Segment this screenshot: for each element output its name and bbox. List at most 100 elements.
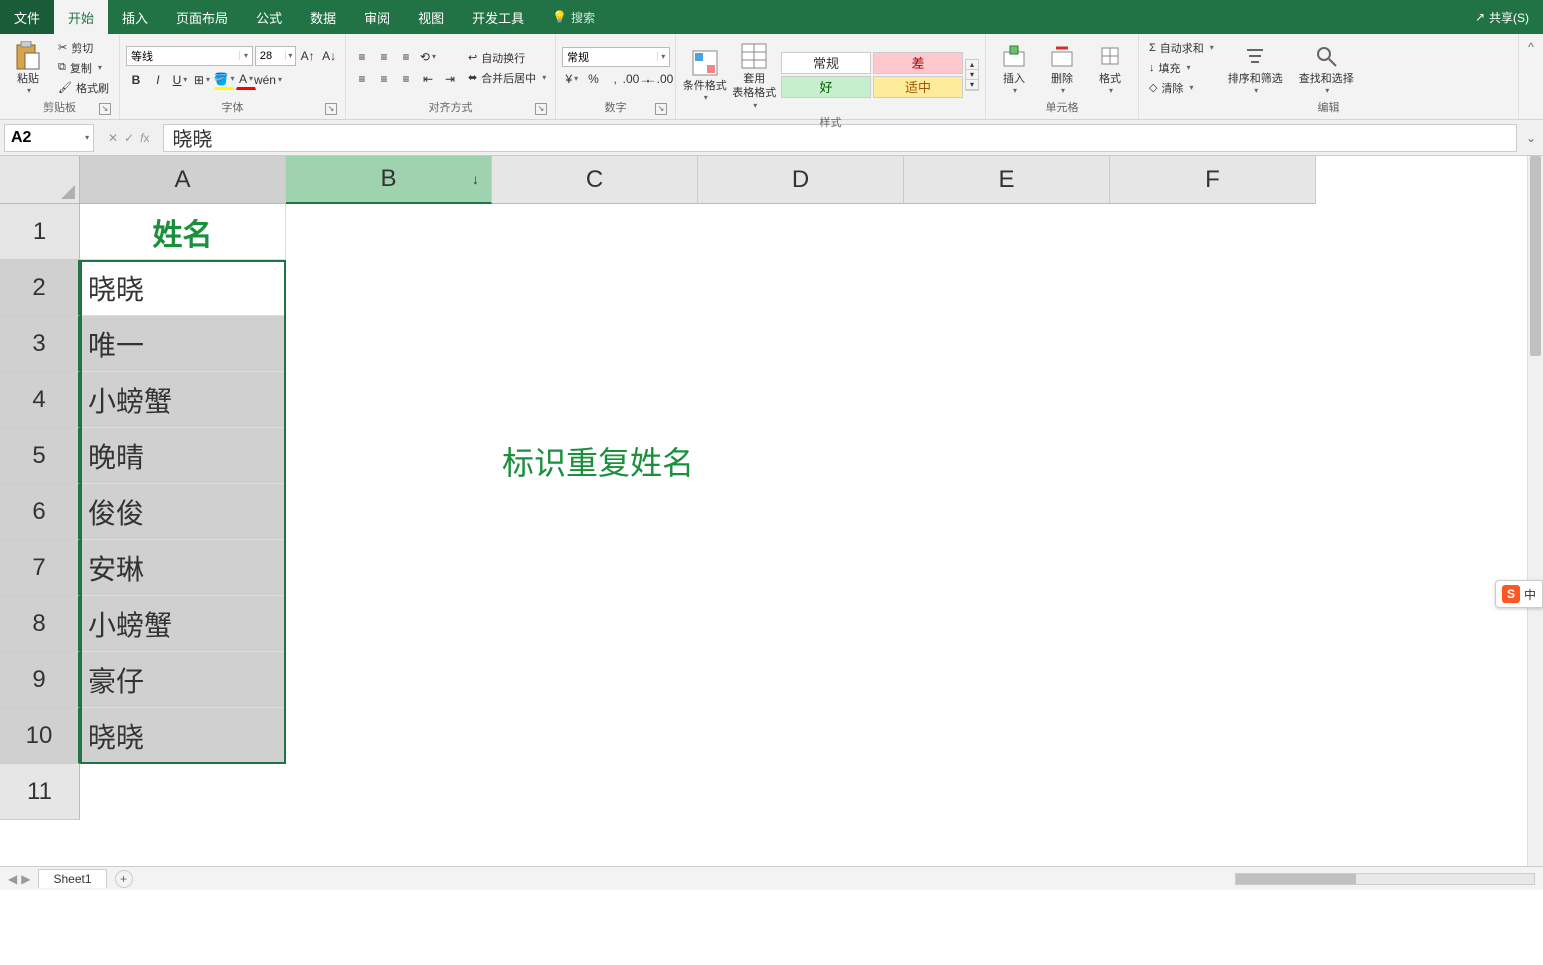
delete-cells-button[interactable]: 删除▾ <box>1040 38 1084 97</box>
cell-A3[interactable]: 唯一 <box>80 316 286 372</box>
align-center-button[interactable]: ≡ <box>374 69 394 89</box>
dialog-launcher-icon[interactable]: ↘ <box>99 103 111 115</box>
insert-cells-button[interactable]: 插入▾ <box>992 38 1036 97</box>
sheet-tab[interactable]: Sheet1 <box>38 869 106 888</box>
row-header-9[interactable]: 9 <box>0 652 80 708</box>
row-header-5[interactable]: 5 <box>0 428 80 484</box>
wrap-text-button[interactable]: ↩自动换行 <box>464 49 550 67</box>
cell-A7[interactable]: 安琳 <box>80 540 286 596</box>
cut-button[interactable]: ✂剪切 <box>54 39 113 57</box>
name-box[interactable]: ▾ <box>4 124 94 152</box>
sort-filter-button[interactable]: 排序和筛选▾ <box>1222 38 1289 97</box>
cancel-formula-button[interactable]: ✕ <box>108 131 118 145</box>
column-header-D[interactable]: D <box>698 156 904 204</box>
cell-A8[interactable]: 小螃蟹 <box>80 596 286 652</box>
select-all-corner[interactable] <box>0 156 80 204</box>
row-header-7[interactable]: 7 <box>0 540 80 596</box>
tab-home[interactable]: 开始 <box>54 0 108 34</box>
align-left-button[interactable]: ≡ <box>352 69 372 89</box>
autosum-button[interactable]: Σ自动求和▾ <box>1145 39 1218 57</box>
bold-button[interactable]: B <box>126 70 146 90</box>
font-size-combo[interactable]: ▾ <box>255 46 296 66</box>
row-header-11[interactable]: 11 <box>0 764 80 820</box>
cell-A5[interactable]: 晚晴 <box>80 428 286 484</box>
dialog-launcher-icon[interactable]: ↘ <box>325 103 337 115</box>
border-button[interactable]: ⊞▾ <box>192 70 212 90</box>
align-right-button[interactable]: ≡ <box>396 69 416 89</box>
column-header-F[interactable]: F <box>1110 156 1316 204</box>
row-header-4[interactable]: 4 <box>0 372 80 428</box>
fill-color-button[interactable]: 🪣▾ <box>214 70 234 90</box>
cell-A9[interactable]: 豪仔 <box>80 652 286 708</box>
row-header-6[interactable]: 6 <box>0 484 80 540</box>
tab-formula[interactable]: 公式 <box>242 0 296 34</box>
ime-indicator[interactable]: S 中 <box>1495 580 1543 608</box>
vertical-scrollbar[interactable] <box>1527 156 1543 866</box>
horizontal-scrollbar[interactable] <box>1235 873 1535 885</box>
tab-insert[interactable]: 插入 <box>108 0 162 34</box>
column-header-E[interactable]: E <box>904 156 1110 204</box>
cell-styles-gallery[interactable]: 常规 差 好 适中 <box>781 52 963 98</box>
currency-button[interactable]: ¥▾ <box>562 69 582 89</box>
italic-button[interactable]: I <box>148 70 168 90</box>
paste-button[interactable]: 粘贴 ▾ <box>6 38 50 97</box>
percent-button[interactable]: % <box>584 69 604 89</box>
orientation-button[interactable]: ⟲▾ <box>418 47 438 67</box>
name-box-input[interactable] <box>5 129 81 147</box>
decrease-font-button[interactable]: A↓ <box>319 46 339 66</box>
row-header-8[interactable]: 8 <box>0 596 80 652</box>
style-bad[interactable]: 差 <box>873 52 963 74</box>
format-as-table-button[interactable]: 套用 表格格式▾ <box>731 38 777 112</box>
tab-review[interactable]: 审阅 <box>350 0 404 34</box>
cell-A10[interactable]: 晓晓 <box>80 708 286 764</box>
tab-file[interactable]: 文件 <box>0 0 54 34</box>
expand-formula-bar-button[interactable]: ⌄ <box>1523 131 1539 145</box>
row-header-10[interactable]: 10 <box>0 708 80 764</box>
align-middle-button[interactable]: ≡ <box>374 47 394 67</box>
fill-button[interactable]: ↓填充▾ <box>1145 59 1218 77</box>
column-header-B[interactable]: B↓ <box>286 156 492 204</box>
row-header-2[interactable]: 2 <box>0 260 80 316</box>
align-bottom-button[interactable]: ≡ <box>396 47 416 67</box>
format-cells-button[interactable]: 格式▾ <box>1088 38 1132 97</box>
cell-A2[interactable]: 晓晓 <box>80 260 286 316</box>
align-top-button[interactable]: ≡ <box>352 47 372 67</box>
dialog-launcher-icon[interactable]: ↘ <box>655 103 667 115</box>
accept-formula-button[interactable]: ✓ <box>124 131 134 145</box>
conditional-format-button[interactable]: 条件格式▾ <box>682 38 728 112</box>
gallery-scroll[interactable]: ▴▾▾ <box>965 59 979 91</box>
increase-indent-button[interactable]: ⇥ <box>440 69 460 89</box>
style-good[interactable]: 好 <box>781 76 871 98</box>
format-painter-button[interactable]: 🖌格式刷 <box>54 79 113 97</box>
number-format-combo[interactable]: ▾ <box>562 47 670 67</box>
collapse-ribbon-button[interactable]: ^ <box>1519 34 1543 119</box>
increase-font-button[interactable]: A↑ <box>298 46 318 66</box>
row-header-1[interactable]: 1 <box>0 204 80 260</box>
chevron-down-icon[interactable]: ▾ <box>81 133 93 142</box>
row-header-3[interactable]: 3 <box>0 316 80 372</box>
merge-center-button[interactable]: ⬌合并后居中▾ <box>464 69 550 87</box>
style-normal[interactable]: 常规 <box>781 52 871 74</box>
fx-button[interactable]: fx <box>140 131 149 145</box>
decrease-decimal-button[interactable]: ←.00 <box>649 69 669 89</box>
copy-button[interactable]: ⧉复制▾ <box>54 59 113 77</box>
tab-search[interactable]: 💡 搜索 <box>538 0 609 34</box>
style-neutral[interactable]: 适中 <box>873 76 963 98</box>
prev-sheet-button[interactable]: ◀ <box>8 872 17 886</box>
clear-button[interactable]: ◇清除▾ <box>1145 79 1218 97</box>
font-name-combo[interactable]: ▾ <box>126 46 253 66</box>
tab-data[interactable]: 数据 <box>296 0 350 34</box>
dialog-launcher-icon[interactable]: ↘ <box>535 103 547 115</box>
column-header-A[interactable]: A <box>80 156 286 204</box>
share-button[interactable]: ↗ 共享(S) <box>1461 0 1543 34</box>
tab-layout[interactable]: 页面布局 <box>162 0 242 34</box>
phonetic-button[interactable]: wén▾ <box>258 70 278 90</box>
cell-A6[interactable]: 俊俊 <box>80 484 286 540</box>
cell-A4[interactable]: 小螃蟹 <box>80 372 286 428</box>
find-select-button[interactable]: 查找和选择▾ <box>1293 38 1360 97</box>
tab-dev[interactable]: 开发工具 <box>458 0 538 34</box>
cell-A1[interactable]: 姓名 <box>80 204 286 260</box>
column-header-C[interactable]: C <box>492 156 698 204</box>
tab-view[interactable]: 视图 <box>404 0 458 34</box>
underline-button[interactable]: U▾ <box>170 70 190 90</box>
